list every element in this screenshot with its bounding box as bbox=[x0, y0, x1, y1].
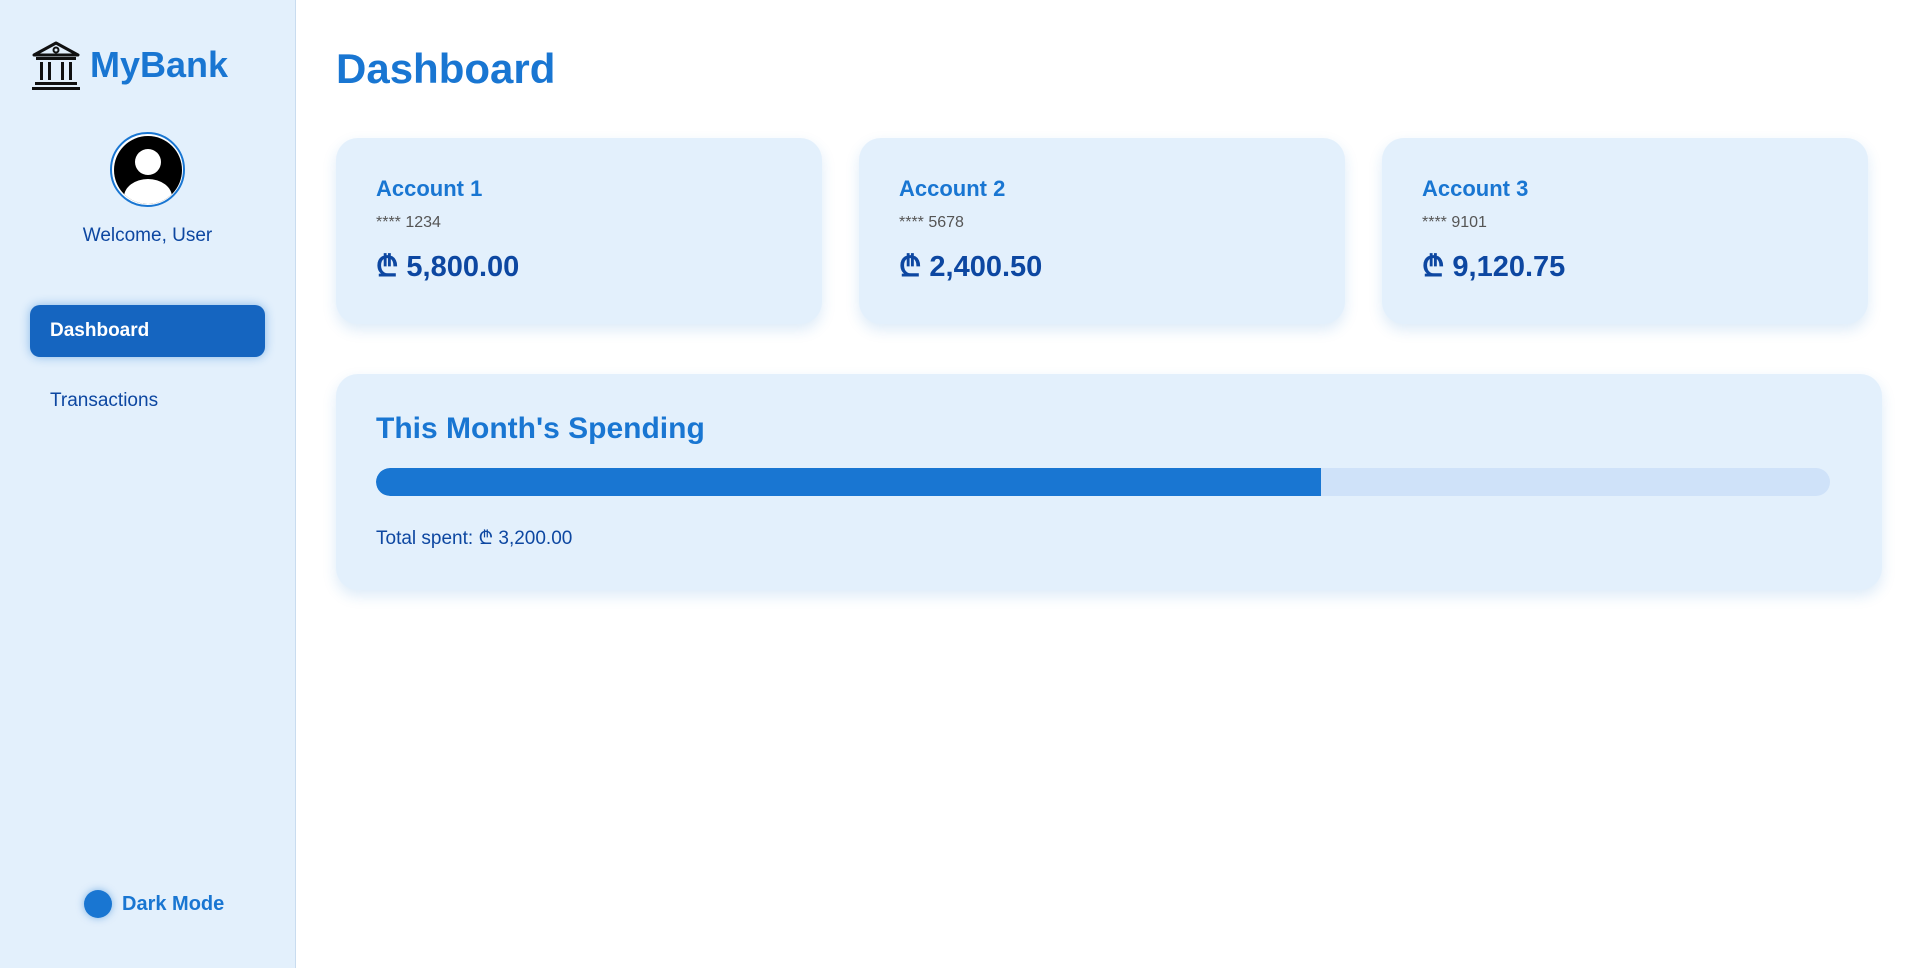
sidebar-nav: Dashboard Transactions bbox=[30, 305, 265, 427]
spending-card: This Month's Spending Total spent: ₾ 3,2… bbox=[336, 374, 1882, 590]
page-title: Dashboard bbox=[336, 45, 556, 92]
app-root: MyBank Welcome, User Dashboard Transacti… bbox=[0, 0, 1920, 968]
spending-progress-fill bbox=[376, 468, 1322, 496]
main-content: Dashboard Account 1 **** 1234 ₾ 5,800.00… bbox=[296, 0, 1920, 968]
total-spent-text: Total spent: ₾ 3,200.00 bbox=[376, 528, 573, 549]
account-balance: ₾ 2,400.50 bbox=[899, 251, 1043, 283]
user-avatar-icon[interactable] bbox=[110, 132, 185, 207]
account-name: Account 1 bbox=[376, 176, 483, 201]
account-number: **** 1234 bbox=[376, 214, 441, 231]
account-name: Account 2 bbox=[899, 176, 1006, 201]
accounts-row: Account 1 **** 1234 ₾ 5,800.00 Account 2… bbox=[336, 138, 1882, 324]
account-balance: ₾ 5,800.00 bbox=[376, 251, 520, 283]
welcome-text: Welcome, User bbox=[82, 225, 213, 246]
spending-progress-bar bbox=[376, 468, 1830, 496]
account-card[interactable]: Account 2 **** 5678 ₾ 2,400.50 bbox=[859, 138, 1345, 324]
brand[interactable]: MyBank bbox=[30, 38, 265, 92]
account-number: **** 9101 bbox=[1422, 214, 1487, 231]
dark-mode-label: Dark Mode bbox=[122, 892, 225, 915]
account-card[interactable]: Account 3 **** 9101 ₾ 9,120.75 bbox=[1382, 138, 1868, 324]
sidebar-item-transactions[interactable]: Transactions bbox=[30, 375, 265, 427]
brand-name: MyBank bbox=[90, 44, 229, 85]
profile: Welcome, User bbox=[30, 132, 265, 247]
account-balance: ₾ 9,120.75 bbox=[1422, 251, 1566, 283]
bank-icon bbox=[30, 39, 82, 91]
account-number: **** 5678 bbox=[899, 214, 964, 231]
sidebar-item-dashboard[interactable]: Dashboard bbox=[30, 305, 265, 357]
sidebar: MyBank Welcome, User Dashboard Transacti… bbox=[0, 0, 296, 968]
dark-mode-toggle[interactable]: Dark Mode bbox=[84, 890, 224, 918]
account-name: Account 3 bbox=[1422, 176, 1529, 201]
account-card[interactable]: Account 1 **** 1234 ₾ 5,800.00 bbox=[336, 138, 822, 324]
spending-title: This Month's Spending bbox=[376, 412, 705, 445]
toggle-knob[interactable] bbox=[84, 890, 112, 918]
